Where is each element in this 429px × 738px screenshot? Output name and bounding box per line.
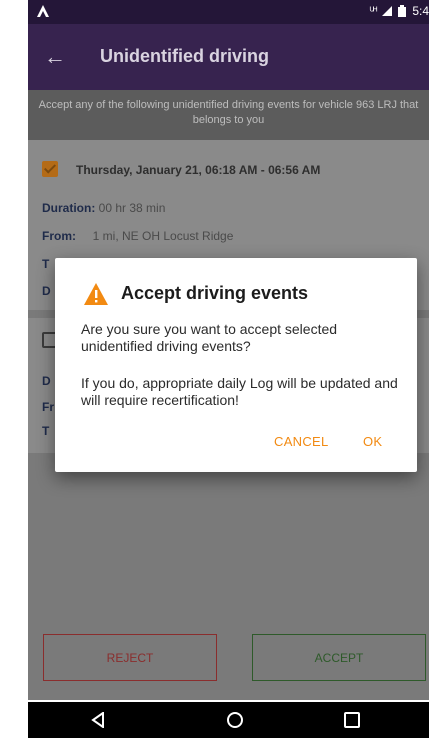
signal-icon [382,6,393,16]
distance-label-partial: D [42,284,51,298]
event-date: Thursday, January 21, 06:18 AM - 06:56 A… [76,163,321,177]
warning-icon [84,283,108,305]
battery-icon [398,5,407,17]
back-arrow-icon[interactable]: ← [42,44,68,70]
duration-label: Duration: [42,201,96,215]
event-checkbox-checked[interactable] [42,161,58,177]
reject-button[interactable]: REJECT [43,634,217,681]
nav-recents-icon[interactable] [344,712,360,728]
dialog-title: Accept driving events [121,283,309,303]
signal-text: ᵁᴴ [369,5,378,17]
to-label-partial: T [42,424,50,438]
status-right: ᵁᴴ 5:4 [370,4,429,18]
instructions-banner: Accept any of the following unidentified… [28,90,429,140]
status-time: 5:4 [412,4,429,18]
distance-label-partial: D [42,374,51,388]
app-bar: ← Unidentified driving [28,24,429,90]
nav-home-icon[interactable] [227,712,243,728]
from-value: 1 mi, NE OH Locust Ridge [92,229,234,243]
status-bar: ᵁᴴ 5:4 [28,0,429,24]
notification-a-icon [37,5,49,17]
phone-screen: ᵁᴴ 5:4 ← Unidentified driving Accept any… [28,0,429,738]
confirm-dialog: Accept driving events Are you sure you w… [55,258,417,472]
dialog-warning-message: If you do, appropriate daily Log will be… [81,375,398,408]
ok-button[interactable]: OK [363,434,382,449]
to-label-partial: T [42,257,50,271]
nav-back-icon[interactable] [90,712,106,728]
accept-button[interactable]: ACCEPT [252,634,426,681]
from-label-partial: Fr [42,400,54,414]
cancel-button[interactable]: CANCEL [274,434,329,449]
duration-value: 00 hr 38 min [98,201,166,215]
duration-row: Duration: 00 hr 38 min [42,201,165,215]
dialog-message: Are you sure you want to accept selected… [81,321,338,354]
from-label: From: [42,229,76,243]
from-row: From: 1 mi, NE OH Locust Ridge [42,229,233,243]
page-title: Unidentified driving [100,46,269,66]
system-nav-bar [28,702,429,738]
